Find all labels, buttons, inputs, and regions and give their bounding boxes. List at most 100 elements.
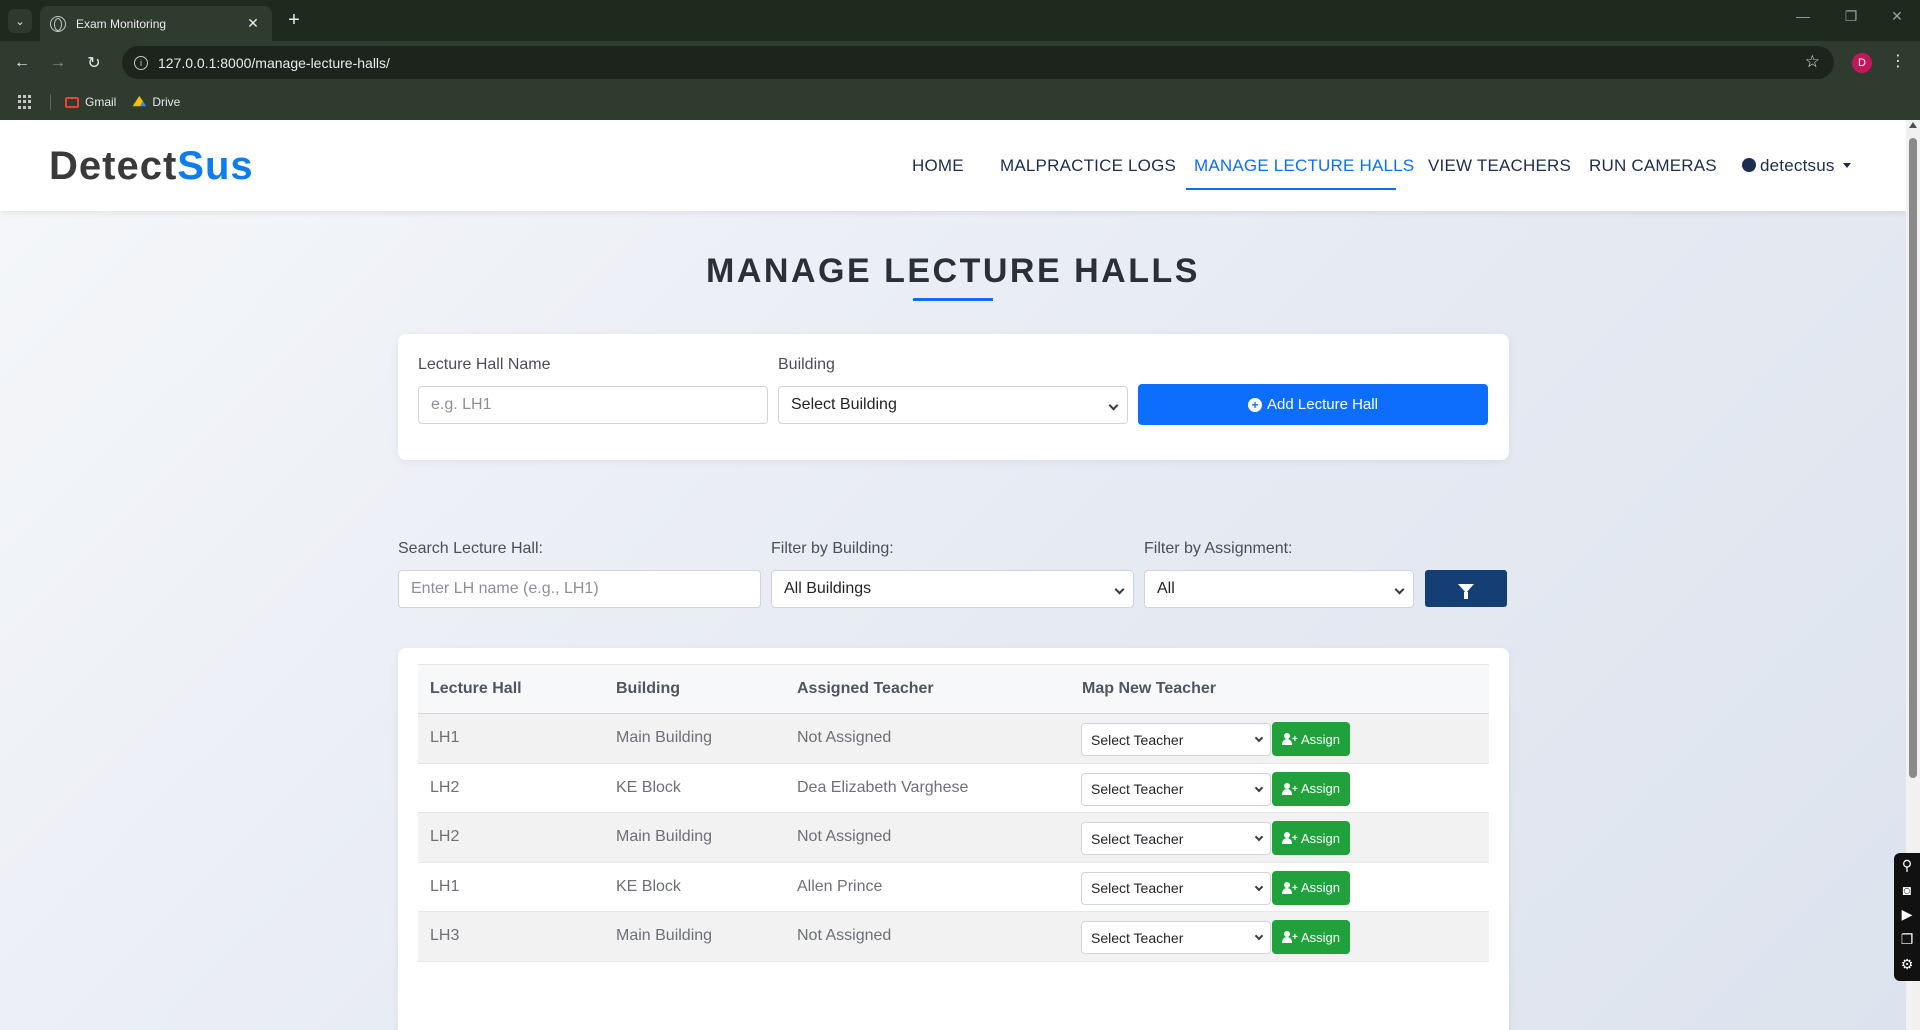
lecture-halls-table: Lecture Hall Building Assigned Teacher M… (418, 664, 1489, 962)
building-filter-select[interactable]: All Buildings (771, 570, 1134, 608)
user-name: detectsus (1760, 156, 1835, 175)
reload-button[interactable]: ↻ (81, 50, 107, 76)
building-cell: Main Building (616, 828, 713, 846)
chevron-down-icon (1254, 832, 1264, 842)
new-tab-button[interactable]: + (282, 8, 306, 32)
scrollbar-thumb[interactable] (1909, 138, 1917, 778)
assign-button[interactable]: + Assign (1272, 821, 1350, 855)
browser-menu-icon[interactable]: ⋮ (1890, 51, 1906, 71)
assign-button[interactable]: + Assign (1272, 771, 1350, 806)
nav-view-teachers[interactable]: VIEW TEACHERS (1428, 156, 1571, 176)
bookmark-label: Drive (152, 95, 181, 109)
tab-title: Exam Monitoring (76, 16, 167, 31)
assign-button[interactable]: + Assign (1272, 722, 1350, 756)
close-window-button[interactable]: ✕ (1882, 8, 1912, 25)
user-circle-icon (1742, 158, 1756, 172)
browser-toolbar: ← → ↻ i 127.0.0.1:8000/manage-lecture-ha… (0, 41, 1920, 84)
teacher-select-value: Select Teacher (1091, 781, 1184, 797)
teacher-select[interactable]: Select Teacher (1081, 921, 1271, 954)
drive-icon (132, 96, 147, 107)
bookmarks-separator (50, 94, 51, 110)
building-filter-value: All Buildings (784, 580, 872, 597)
bookmarks-bar: Gmail Drive (0, 84, 1920, 120)
bookmark-drive[interactable]: Drive (132, 95, 180, 109)
table-row: LH1 Main Building Not Assigned Select Te… (418, 714, 1489, 764)
table-row: LH2 KE Block Dea Elizabeth Varghese Sele… (418, 764, 1489, 813)
user-menu-dropdown[interactable]: detectsus (1742, 156, 1851, 176)
building-cell: Main Building (616, 927, 713, 945)
minimize-button[interactable]: — (1788, 8, 1818, 24)
assign-label: Assign (1300, 929, 1341, 945)
building-cell: Main Building (616, 729, 713, 747)
chevron-down-icon (1254, 882, 1264, 891)
restore-button[interactable]: ❐ (1836, 8, 1866, 25)
profile-avatar[interactable]: D (1852, 53, 1872, 73)
back-button[interactable]: ← (9, 50, 35, 76)
building-label: Building (778, 356, 835, 373)
browser-tab[interactable]: Exam Monitoring ✕ (40, 6, 272, 41)
bookmark-star-icon[interactable]: ☆ (1805, 52, 1820, 72)
teacher-select[interactable]: Select Teacher (1081, 822, 1271, 855)
add-lecture-hall-button[interactable]: + Add Lecture Hall (1138, 384, 1488, 425)
search-input[interactable]: Enter LH name (e.g., LH1) (398, 570, 761, 608)
chevron-down-icon (1254, 783, 1264, 792)
caret-down-icon (1842, 163, 1851, 168)
column-header-building: Building (616, 680, 680, 697)
building-select[interactable]: Select Building (778, 386, 1128, 424)
address-bar[interactable]: i 127.0.0.1:8000/manage-lecture-halls/ ☆ (122, 46, 1834, 79)
filter-funnel-icon (1458, 584, 1474, 599)
scroll-up-arrow-icon[interactable] (1909, 122, 1917, 128)
user-plus-icon: + (1281, 733, 1298, 745)
nav-malpractice-logs[interactable]: MALPRACTICE LOGS (1000, 156, 1176, 176)
nav-run-cameras[interactable]: RUN CAMERAS (1589, 156, 1717, 176)
camera-icon[interactable]: ◙ (1903, 882, 1911, 898)
assignment-filter-value: All (1157, 580, 1175, 597)
title-underline (913, 298, 993, 301)
screen-capture-toolbar: ⚲ ◙ ▶ ❐ ⚙ (1894, 853, 1920, 981)
column-header-map-new-teacher: Map New Teacher (1082, 680, 1216, 697)
teacher-select[interactable]: Select Teacher (1081, 772, 1271, 806)
assign-label: Assign (1300, 731, 1341, 747)
chevron-down-icon (1108, 400, 1119, 411)
site-info-icon[interactable]: i (134, 55, 148, 70)
active-nav-indicator (1186, 188, 1396, 190)
assignment-filter-label: Filter by Assignment: (1144, 540, 1293, 557)
tab-search-button[interactable]: ⌄ (8, 9, 32, 33)
assignment-filter-select[interactable]: All (1144, 570, 1414, 608)
teacher-select-value: Select Teacher (1091, 880, 1184, 896)
add-lecture-hall-card: Lecture Hall Name e.g. LH1 Building Sele… (398, 334, 1509, 460)
apps-grid-icon[interactable] (18, 95, 32, 109)
bookmark-gmail[interactable]: Gmail (65, 95, 116, 109)
teacher-cell: Not Assigned (797, 729, 892, 747)
assign-button[interactable]: + Assign (1272, 870, 1350, 905)
teacher-select[interactable]: Select Teacher (1081, 723, 1271, 756)
plus-circle-icon: + (1248, 397, 1263, 412)
hall-name-input[interactable]: e.g. LH1 (418, 386, 768, 424)
teacher-cell: Not Assigned (797, 828, 892, 846)
window-icon[interactable]: ❐ (1901, 931, 1914, 948)
tab-close-icon[interactable]: ✕ (244, 15, 262, 32)
teacher-select[interactable]: Select Teacher (1081, 871, 1271, 905)
nav-manage-lecture-halls[interactable]: MANAGE LECTURE HALLS (1194, 156, 1414, 176)
page-title: MANAGE LECTURE HALLS (706, 252, 1200, 290)
brand-logo[interactable]: DetectSus (49, 144, 254, 189)
add-lecture-hall-label: Add Lecture Hall (1267, 396, 1378, 413)
chevron-down-icon (1394, 584, 1405, 595)
apply-filter-button[interactable] (1425, 570, 1507, 607)
forward-button[interactable]: → (45, 50, 71, 76)
video-icon[interactable]: ▶ (1902, 906, 1913, 923)
assign-button[interactable]: + Assign (1272, 920, 1350, 954)
hall-name-label: Lecture Hall Name (418, 356, 551, 373)
nav-home[interactable]: HOME (912, 156, 964, 176)
chevron-down-icon (1254, 931, 1264, 941)
page-viewport: DetectSus HOME MALPRACTICE LOGS MANAGE L… (0, 120, 1906, 1030)
user-plus-icon: + (1281, 782, 1298, 795)
browser-titlebar: ⌄ Exam Monitoring ✕ + — ❐ ✕ (0, 0, 1920, 41)
globe-icon (50, 15, 66, 32)
assign-label: Assign (1300, 880, 1341, 895)
teacher-cell: Dea Elizabeth Varghese (797, 778, 969, 796)
teacher-select-value: Select Teacher (1091, 731, 1184, 748)
lecture-halls-table-card: Lecture Hall Building Assigned Teacher M… (398, 648, 1509, 1030)
gear-icon[interactable]: ⚙ (1901, 956, 1914, 973)
link-icon[interactable]: ⚲ (1902, 857, 1912, 874)
